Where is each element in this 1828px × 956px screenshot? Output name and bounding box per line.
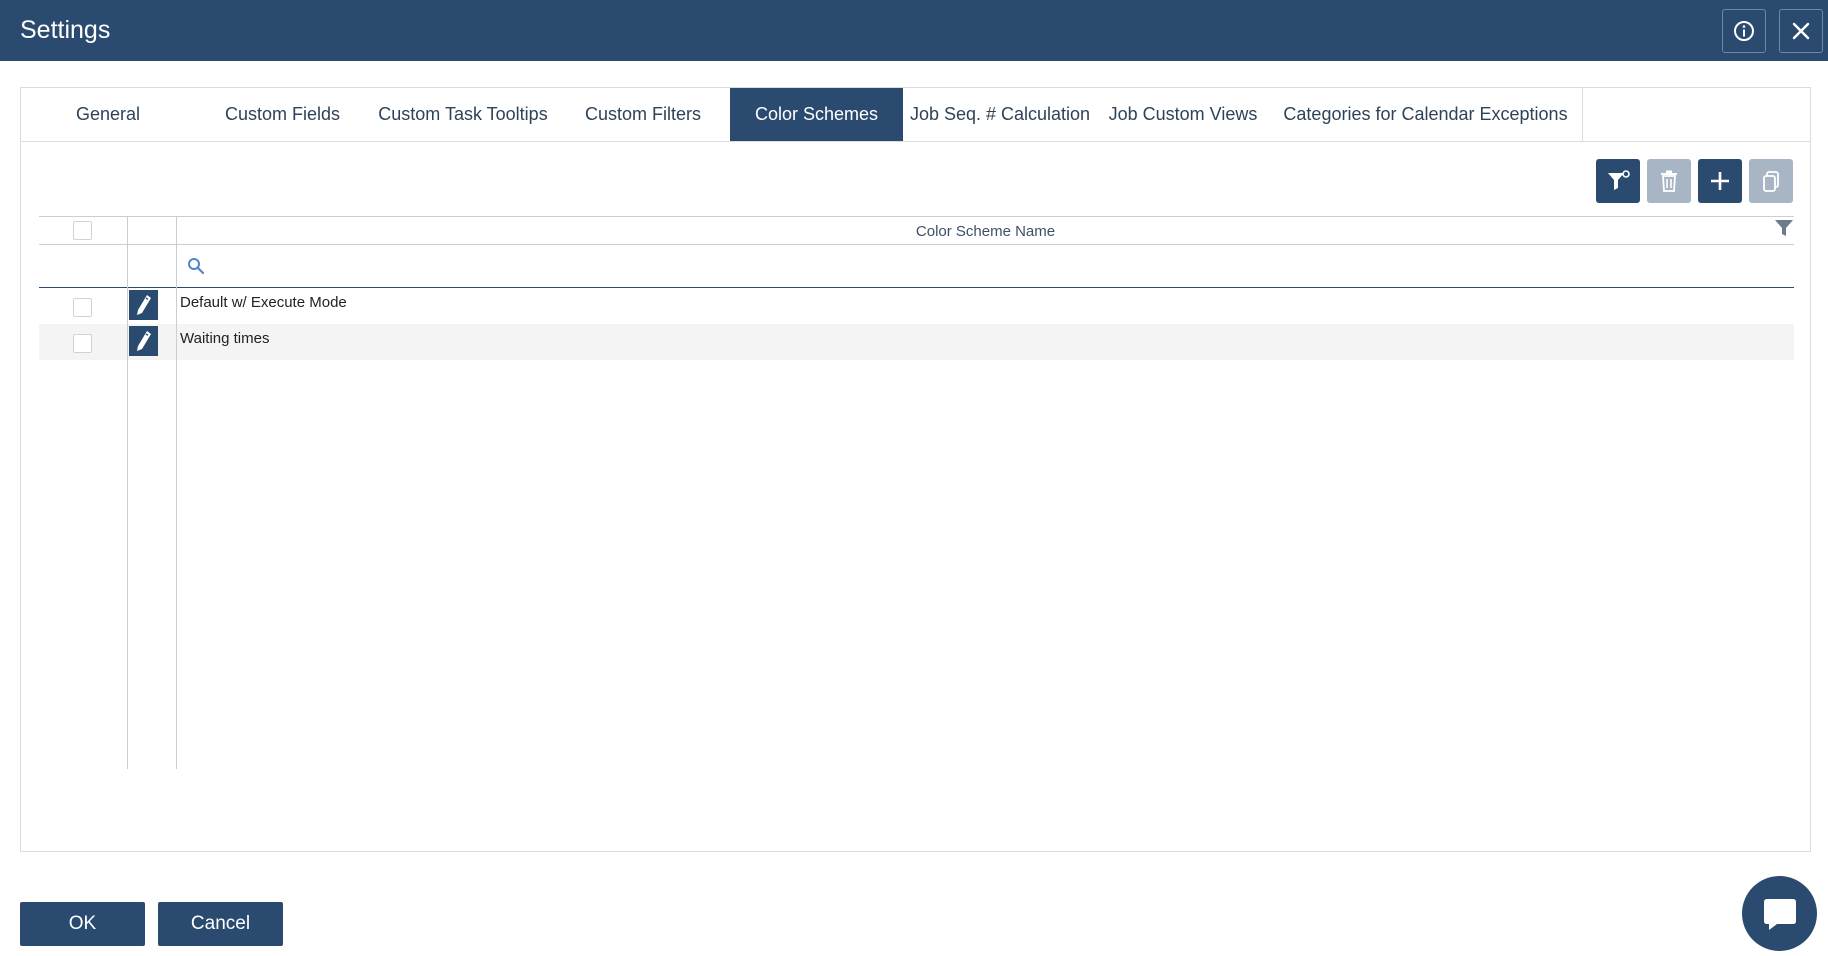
select-all-checkbox[interactable] (73, 221, 92, 240)
grid-header: Color Scheme Name (39, 216, 1794, 245)
grid-toolbar (1596, 159, 1793, 203)
color-scheme-name: Waiting times (180, 330, 270, 347)
copy-icon (1763, 171, 1779, 192)
settings-panel: General Custom Fields Custom Task Toolti… (20, 87, 1811, 852)
column-header-color-scheme-name[interactable]: Color Scheme Name (177, 217, 1794, 245)
row-checkbox[interactable] (73, 334, 92, 353)
chat-button[interactable] (1742, 876, 1817, 951)
row-checkbox[interactable] (73, 298, 92, 317)
edit-button[interactable] (129, 326, 158, 356)
table-row[interactable]: Waiting times (39, 324, 1794, 360)
info-button[interactable] (1722, 9, 1766, 53)
tab-custom-filters[interactable]: Custom Filters (556, 88, 730, 141)
delete-button[interactable] (1647, 159, 1691, 203)
column-filter-icon[interactable] (1774, 218, 1794, 238)
column-divider (176, 216, 177, 769)
cancel-button[interactable]: Cancel (158, 902, 283, 946)
tab-color-schemes[interactable]: Color Schemes (730, 88, 903, 141)
edit-button[interactable] (129, 290, 158, 320)
add-button[interactable] (1698, 159, 1742, 203)
window-title: Settings (20, 16, 111, 44)
tab-job-custom-views[interactable]: Job Custom Views (1097, 88, 1269, 141)
table-row[interactable]: Default w/ Execute Mode (39, 288, 1794, 324)
ok-button[interactable]: OK (20, 902, 145, 946)
search-icon (188, 258, 205, 275)
close-icon (1792, 22, 1810, 40)
info-icon (1734, 21, 1754, 41)
close-button[interactable] (1779, 9, 1823, 53)
tab-categories-calendar-exceptions[interactable]: Categories for Calendar Exceptions (1269, 88, 1582, 141)
chat-bubble-icon (1763, 898, 1796, 930)
title-bar: Settings (0, 0, 1828, 61)
tab-general[interactable]: General (21, 88, 195, 141)
pencil-icon (136, 295, 151, 315)
tab-custom-task-tooltips[interactable]: Custom Task Tooltips (370, 88, 556, 141)
grid-filter-row (39, 245, 1794, 288)
tab-bar: General Custom Fields Custom Task Toolti… (21, 88, 1810, 142)
tab-job-seq-calculation[interactable]: Job Seq. # Calculation (903, 88, 1097, 141)
color-scheme-name: Default w/ Execute Mode (180, 294, 347, 311)
tab-custom-fields[interactable]: Custom Fields (195, 88, 370, 141)
filter-settings-button[interactable] (1596, 159, 1640, 203)
copy-button[interactable] (1749, 159, 1793, 203)
trash-icon (1661, 170, 1677, 192)
pencil-icon (136, 331, 151, 351)
column-divider (127, 216, 128, 769)
filter-gear-icon (1608, 170, 1630, 190)
plus-icon (1711, 172, 1729, 190)
name-filter-input[interactable] (211, 253, 1781, 279)
color-scheme-grid: Color Scheme Name Default w/ Execute Mod… (39, 216, 1794, 769)
